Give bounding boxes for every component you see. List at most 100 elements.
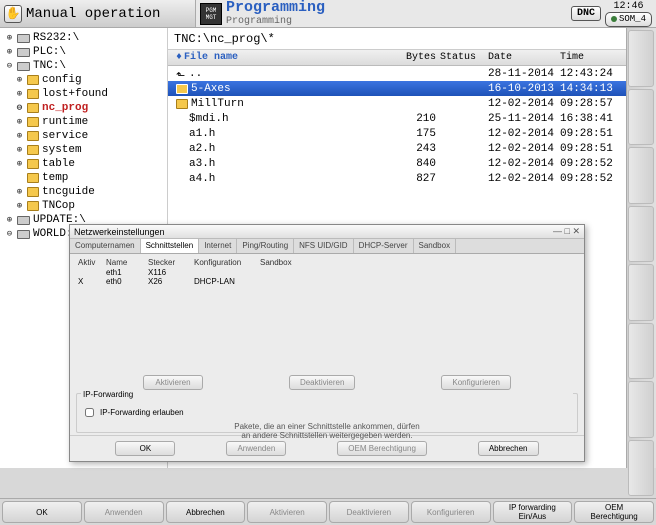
tree-item-label: service	[42, 130, 88, 142]
tree-item[interactable]: ⊕ service	[3, 129, 167, 143]
ip-forwarding-checkbox[interactable]: IP-Forwarding erlauben	[81, 405, 573, 420]
right-softkey-column[interactable]	[626, 28, 656, 498]
expand-icon[interactable]: ⊕	[15, 159, 24, 169]
file-row[interactable]: ⬑..28-11-201412:43:24	[168, 66, 626, 81]
tree-item-label: runtime	[42, 116, 88, 128]
interface-row[interactable]: Xeth0X26DHCP-LAN	[76, 277, 578, 286]
right-softkey[interactable]	[628, 206, 654, 263]
expand-icon[interactable]: ⊖	[5, 61, 14, 71]
network-settings-dialog: Netzwerkeinstellungen — □ ✕ Computername…	[69, 224, 585, 462]
dialog-footer-button[interactable]: Anwenden	[226, 441, 286, 456]
tree-item-label: tncguide	[42, 186, 95, 198]
dialog-tab[interactable]: DHCP-Server	[354, 239, 414, 253]
softkey[interactable]: Anwenden	[84, 501, 164, 523]
mode-manual-operation[interactable]: ✋ Manual operation	[0, 0, 196, 27]
drive-icon	[17, 34, 30, 43]
folder-icon	[27, 117, 39, 127]
center-title: Programming	[226, 0, 325, 16]
right-softkey[interactable]	[628, 264, 654, 321]
dnc-badge[interactable]: DNC	[571, 6, 601, 21]
expand-icon[interactable]: ⊕	[15, 187, 24, 197]
expand-icon[interactable]: ⊕	[5, 33, 14, 43]
file-row[interactable]: a4.h82712-02-201409:28:52	[168, 171, 626, 186]
right-softkey[interactable]	[628, 381, 654, 438]
right-softkey[interactable]	[628, 440, 654, 497]
softkey[interactable]: OEM Berechtigung	[574, 501, 654, 523]
tree-item-label: table	[42, 158, 75, 170]
tree-item[interactable]: ⊕ table	[3, 157, 167, 171]
file-row[interactable]: 5-Axes16-10-201314:34:13	[168, 81, 626, 96]
softkey[interactable]: OK	[2, 501, 82, 523]
dialog-tab[interactable]: Schnittstellen	[141, 239, 200, 253]
file-row[interactable]: $mdi.h21025-11-201416:38:41	[168, 111, 626, 126]
file-time: 14:34:13	[560, 83, 618, 95]
dialog-tab[interactable]: Computernamen	[70, 239, 141, 253]
tree-item-label: temp	[42, 172, 68, 184]
tree-item[interactable]: ⊕ PLC:\	[3, 45, 167, 59]
dialog-button[interactable]: Aktivieren	[143, 375, 203, 390]
softkey[interactable]: Abbrechen	[166, 501, 246, 523]
pgm-mgt-icon: PGM MGT	[200, 3, 222, 25]
tree-item[interactable]: ⊕lost+found	[3, 87, 167, 101]
softkey[interactable]: Deaktivieren	[329, 501, 409, 523]
tree-item[interactable]: ⊕ runtime	[3, 115, 167, 129]
file-name: $mdi.h	[189, 113, 229, 125]
file-date: 16-10-2013	[488, 83, 560, 95]
dialog-tab[interactable]: Sandbox	[414, 239, 457, 253]
file-date: 12-02-2014	[488, 158, 560, 170]
interface-row[interactable]: eth1X116	[76, 268, 578, 277]
folder-icon	[27, 159, 39, 169]
file-row[interactable]: a1.h17512-02-201409:28:51	[168, 126, 626, 141]
tree-item[interactable]: ⊖TNC:\	[3, 59, 167, 73]
expand-icon[interactable]: ⊕	[15, 201, 24, 211]
dialog-tab[interactable]: Ping/Routing	[237, 239, 294, 253]
dialog-tab[interactable]: Internet	[199, 239, 237, 253]
right-softkey[interactable]	[628, 89, 654, 146]
tree-item[interactable]: ⊕TNCop	[3, 199, 167, 213]
file-name: MillTurn	[191, 98, 244, 110]
right-softkey[interactable]	[628, 30, 654, 87]
expand-icon[interactable]: ⊕	[15, 131, 24, 141]
dialog-button[interactable]: Deaktivieren	[289, 375, 355, 390]
tree-item[interactable]: ⊕RS232:\	[3, 31, 167, 45]
expand-icon[interactable]: ⊕	[15, 75, 24, 85]
softkey[interactable]: Konfigurieren	[411, 501, 491, 523]
expand-icon[interactable]: ⊖	[5, 229, 14, 239]
dialog-button[interactable]: Konfigurieren	[441, 375, 511, 390]
path-bar: TNC:\nc_prog\*	[168, 28, 626, 50]
som-selector[interactable]: SOM_4	[605, 12, 652, 27]
tree-item[interactable]: temp	[3, 171, 167, 185]
tree-item[interactable]: ⊕ tncguide	[3, 185, 167, 199]
file-icon	[176, 159, 186, 169]
tree-item-label: system	[42, 144, 82, 156]
tree-item[interactable]: ⊕ config	[3, 73, 167, 87]
expand-icon[interactable]: ⊕	[5, 215, 14, 225]
expand-icon[interactable]: ⊕	[15, 89, 24, 99]
file-date: 12-02-2014	[488, 173, 560, 185]
expand-icon[interactable]: ⊖	[15, 103, 24, 113]
expand-icon[interactable]: ⊕	[15, 145, 24, 155]
right-softkey[interactable]	[628, 147, 654, 204]
right-softkey[interactable]	[628, 323, 654, 380]
softkey[interactable]: IP forwarding Ein/Aus	[493, 501, 573, 523]
expand-icon[interactable]: ⊕	[5, 47, 14, 57]
clock-time: 12:46 SOM_4	[605, 1, 652, 27]
tree-item[interactable]: ⊖nc_prog	[3, 101, 167, 115]
expand-icon[interactable]: ⊕	[15, 117, 24, 127]
file-list-header[interactable]: ♦ File name Bytes Status Date Time	[168, 50, 626, 66]
tree-item-label: PLC:\	[33, 46, 66, 58]
dialog-footer-button[interactable]: OEM Berechtigung	[337, 441, 427, 456]
file-name: a2.h	[189, 143, 215, 155]
dialog-controls[interactable]: — □ ✕	[553, 226, 580, 237]
dialog-footer-button[interactable]: OK	[115, 441, 175, 456]
file-row[interactable]: a2.h24312-02-201409:28:51	[168, 141, 626, 156]
file-row[interactable]: a3.h84012-02-201409:28:52	[168, 156, 626, 171]
mode-programming[interactable]: PGM MGT Programming Programming	[196, 0, 567, 27]
file-icon	[176, 114, 186, 124]
dialog-tab[interactable]: NFS UID/GID	[294, 239, 353, 253]
file-row[interactable]: MillTurn12-02-201409:28:57	[168, 96, 626, 111]
tree-item-label: config	[42, 74, 82, 86]
softkey[interactable]: Aktivieren	[247, 501, 327, 523]
tree-item[interactable]: ⊕ system	[3, 143, 167, 157]
dialog-footer-button[interactable]: Abbrechen	[478, 441, 539, 456]
